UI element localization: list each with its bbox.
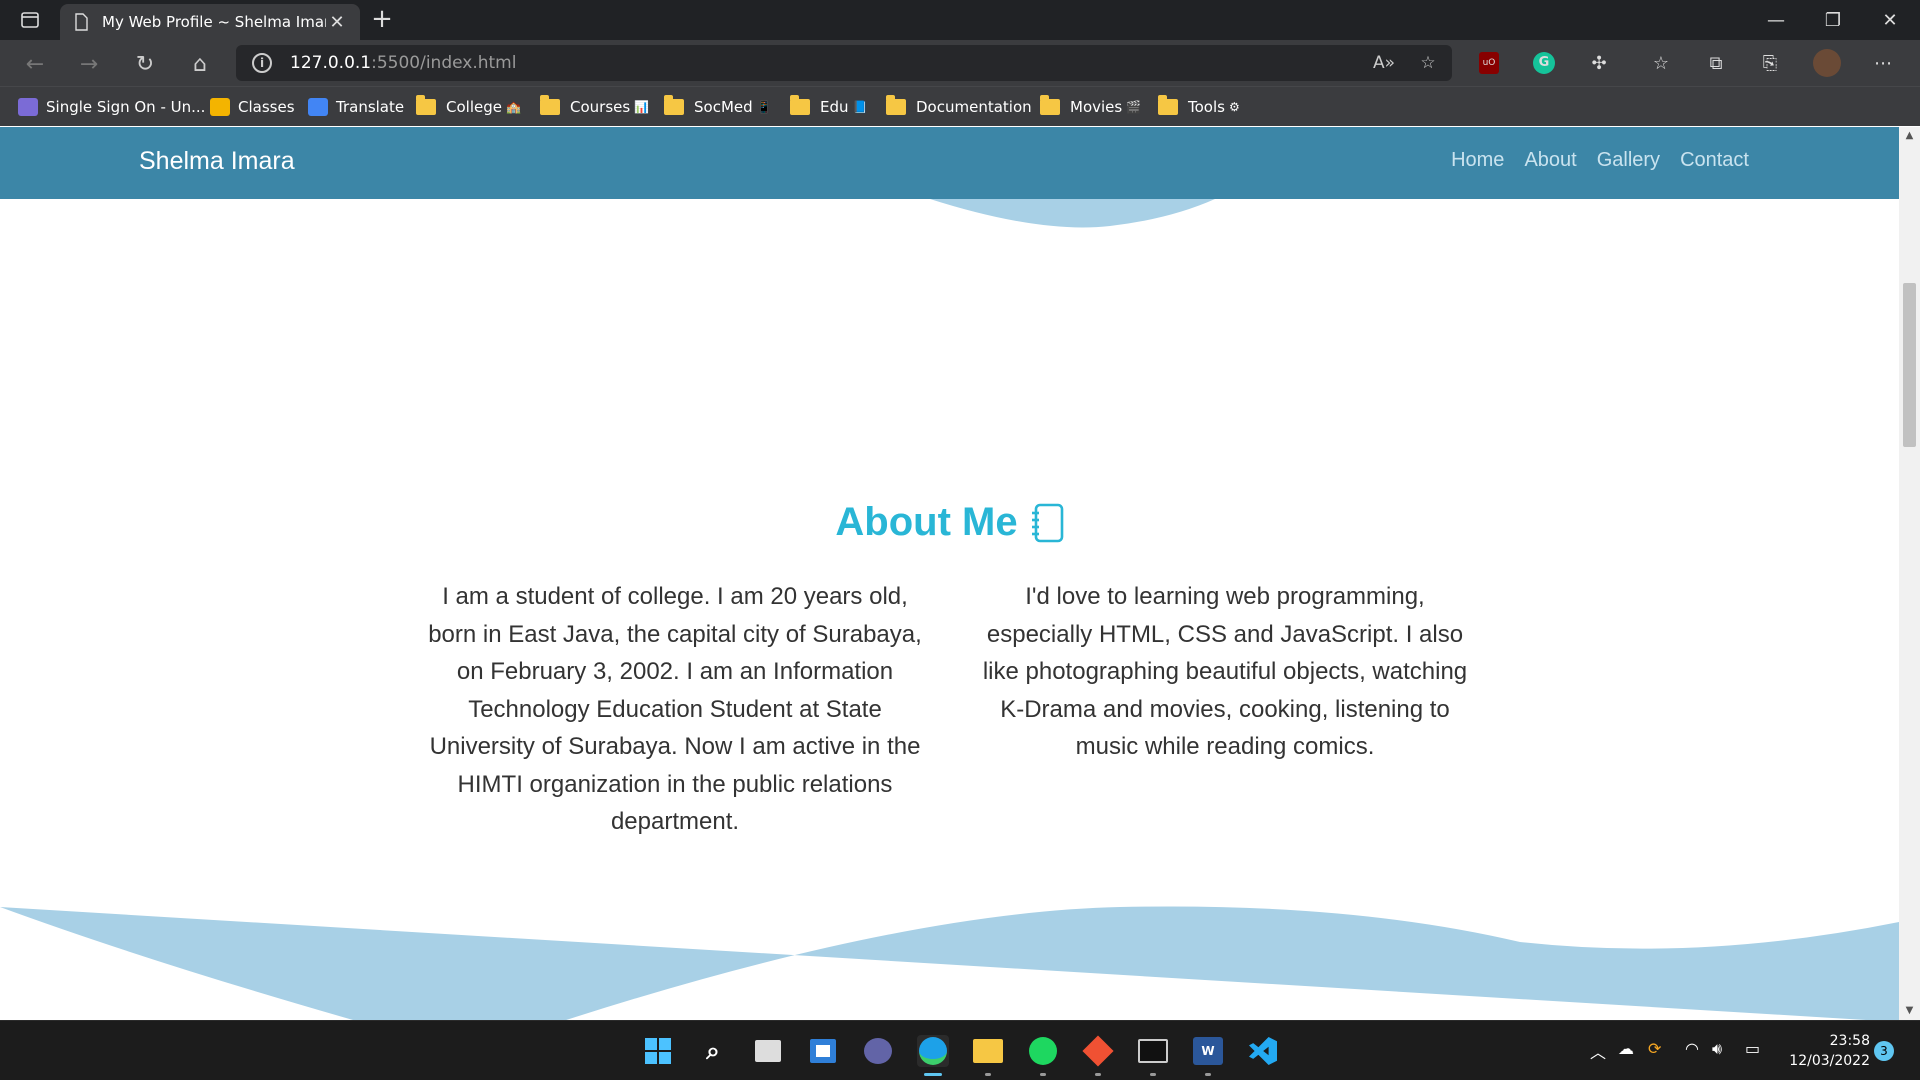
- forward-icon[interactable]: →: [72, 47, 106, 81]
- refresh-icon[interactable]: ↻: [128, 47, 162, 81]
- folder-icon: [1158, 95, 1178, 115]
- vscode-icon[interactable]: [1247, 1035, 1279, 1067]
- edge-icon[interactable]: [917, 1035, 949, 1067]
- folder-icon: [540, 95, 560, 115]
- new-tab-button[interactable]: +: [368, 6, 396, 34]
- tab-bar: My Web Profile ~ Shelma Imara ✕ + — ❐ ✕: [0, 0, 1920, 40]
- tab-title: My Web Profile ~ Shelma Imara: [102, 13, 326, 31]
- extensions-icon[interactable]: ✣: [1584, 48, 1614, 78]
- terminal-icon[interactable]: [1137, 1035, 1169, 1067]
- windows-taskbar: ⌕ W ︿ ☁ ⟳ ◠ 🔊︎ ▭ 23:58 12/03/2022 3: [0, 1020, 1920, 1080]
- running-indicator: [985, 1073, 991, 1076]
- notebook-icon: [1031, 503, 1063, 542]
- search-icon[interactable]: ⌕: [697, 1035, 729, 1067]
- bookmark-sso[interactable]: Single Sign On - Un...: [18, 95, 205, 119]
- back-icon[interactable]: ←: [18, 47, 52, 81]
- browser-toolbar: ← → ↻ ⌂ i 127.0.0.1:5500/index.html A» ☆…: [0, 40, 1920, 86]
- bottom-wave: [0, 906, 1899, 1020]
- teams-chat-icon[interactable]: [862, 1035, 894, 1067]
- home-icon[interactable]: ⌂: [183, 47, 217, 81]
- site-info-icon[interactable]: i: [252, 53, 272, 73]
- scroll-up-icon[interactable]: ▲: [1899, 127, 1920, 145]
- running-indicator: [1150, 1073, 1156, 1076]
- bookmark-edu[interactable]: Edu 📘: [790, 95, 867, 119]
- bookmark-tools[interactable]: Tools ⚙: [1158, 95, 1240, 119]
- about-heading: About Me: [0, 500, 1899, 545]
- bookmark-college[interactable]: College 🏫: [416, 95, 521, 119]
- start-icon[interactable]: [642, 1035, 674, 1067]
- page-viewport: Shelma Imara Home About Gallery Contact …: [0, 127, 1899, 1020]
- site-navbar: Shelma Imara Home About Gallery Contact: [0, 127, 1899, 199]
- task-view-icon[interactable]: [752, 1035, 784, 1067]
- classroom-icon: [210, 98, 230, 116]
- page-icon: [75, 13, 88, 31]
- favorites-icon[interactable]: ☆: [1646, 48, 1676, 78]
- file-explorer-icon[interactable]: [972, 1035, 1004, 1067]
- word-icon[interactable]: W: [1192, 1035, 1224, 1067]
- site-nav-links: Home About Gallery Contact: [1451, 149, 1749, 172]
- url-text: 127.0.0.1:5500/index.html: [290, 53, 517, 73]
- nav-gallery[interactable]: Gallery: [1597, 149, 1660, 172]
- spotify-icon[interactable]: [1027, 1035, 1059, 1067]
- collections-icon[interactable]: ⧉: [1701, 48, 1731, 78]
- grammarly-icon[interactable]: G: [1529, 48, 1559, 78]
- read-aloud-icon[interactable]: A»: [1366, 45, 1402, 81]
- ublock-icon[interactable]: uO: [1474, 48, 1504, 78]
- browser-tab[interactable]: My Web Profile ~ Shelma Imara ✕: [60, 4, 360, 40]
- share-icon[interactable]: ⎘: [1755, 48, 1785, 78]
- edge-active-indicator: [924, 1073, 942, 1076]
- battery-icon[interactable]: ▭: [1745, 1039, 1760, 1058]
- bookmark-courses[interactable]: Courses 📊: [540, 95, 649, 119]
- running-indicator: [1095, 1073, 1101, 1076]
- nav-home[interactable]: Home: [1451, 149, 1504, 172]
- widgets-icon[interactable]: [807, 1035, 839, 1067]
- folder-icon: [1040, 95, 1060, 115]
- sync-icon[interactable]: ⟳: [1648, 1039, 1661, 1058]
- top-wave: [930, 199, 1215, 228]
- folder-icon: [790, 95, 810, 115]
- address-bar[interactable]: i 127.0.0.1:5500/index.html A» ☆: [236, 45, 1452, 81]
- close-window-button[interactable]: ✕: [1862, 0, 1918, 40]
- notification-badge[interactable]: 3: [1874, 1041, 1894, 1061]
- tab-actions-icon[interactable]: [16, 8, 44, 32]
- profile-avatar[interactable]: [1812, 48, 1842, 78]
- folder-icon: [886, 95, 906, 115]
- about-left-paragraph: I am a student of college. I am 20 years…: [428, 583, 922, 835]
- folder-icon: [664, 95, 684, 115]
- scroll-down-icon[interactable]: ▼: [1899, 1002, 1920, 1020]
- running-indicator: [1205, 1073, 1211, 1076]
- taskbar-clock[interactable]: 23:58 12/03/2022: [1760, 1031, 1870, 1071]
- wifi-icon[interactable]: ◠: [1685, 1039, 1699, 1058]
- translate-icon: [308, 98, 328, 116]
- bookmarks-bar: Single Sign On - Un... Classes Translate…: [0, 86, 1920, 126]
- clock-date: 12/03/2022: [1789, 1053, 1870, 1069]
- scroll-thumb[interactable]: [1903, 283, 1916, 447]
- bookmark-classes[interactable]: Classes: [210, 95, 295, 119]
- folder-icon: [416, 95, 436, 115]
- page-scrollbar[interactable]: ▲ ▼: [1899, 127, 1920, 1020]
- nav-about[interactable]: About: [1524, 149, 1576, 172]
- restore-button[interactable]: ❐: [1805, 0, 1861, 40]
- sso-icon: [18, 98, 38, 116]
- onedrive-icon[interactable]: ☁: [1618, 1039, 1634, 1058]
- git-icon[interactable]: [1082, 1035, 1114, 1067]
- bookmark-documentation[interactable]: Documentation: [886, 95, 1032, 119]
- close-tab-icon[interactable]: ✕: [326, 11, 348, 33]
- volume-icon[interactable]: 🔊︎: [1712, 1039, 1722, 1059]
- bookmark-movies[interactable]: Movies 🎬: [1040, 95, 1141, 119]
- nav-contact[interactable]: Contact: [1680, 149, 1749, 172]
- site-brand[interactable]: Shelma Imara: [139, 147, 295, 176]
- running-indicator: [1040, 1073, 1046, 1076]
- clock-time: 23:58: [1829, 1033, 1870, 1049]
- bookmark-socmed[interactable]: SocMed 📱: [664, 95, 772, 119]
- more-menu-icon[interactable]: ⋯: [1868, 48, 1898, 78]
- bookmark-translate[interactable]: Translate: [308, 95, 404, 119]
- add-favorite-icon[interactable]: ☆: [1410, 45, 1446, 81]
- about-right-paragraph: I'd love to learning web programming, es…: [982, 583, 1468, 760]
- minimize-button[interactable]: —: [1748, 0, 1804, 40]
- show-hidden-icons[interactable]: ︿: [1590, 1039, 1606, 1063]
